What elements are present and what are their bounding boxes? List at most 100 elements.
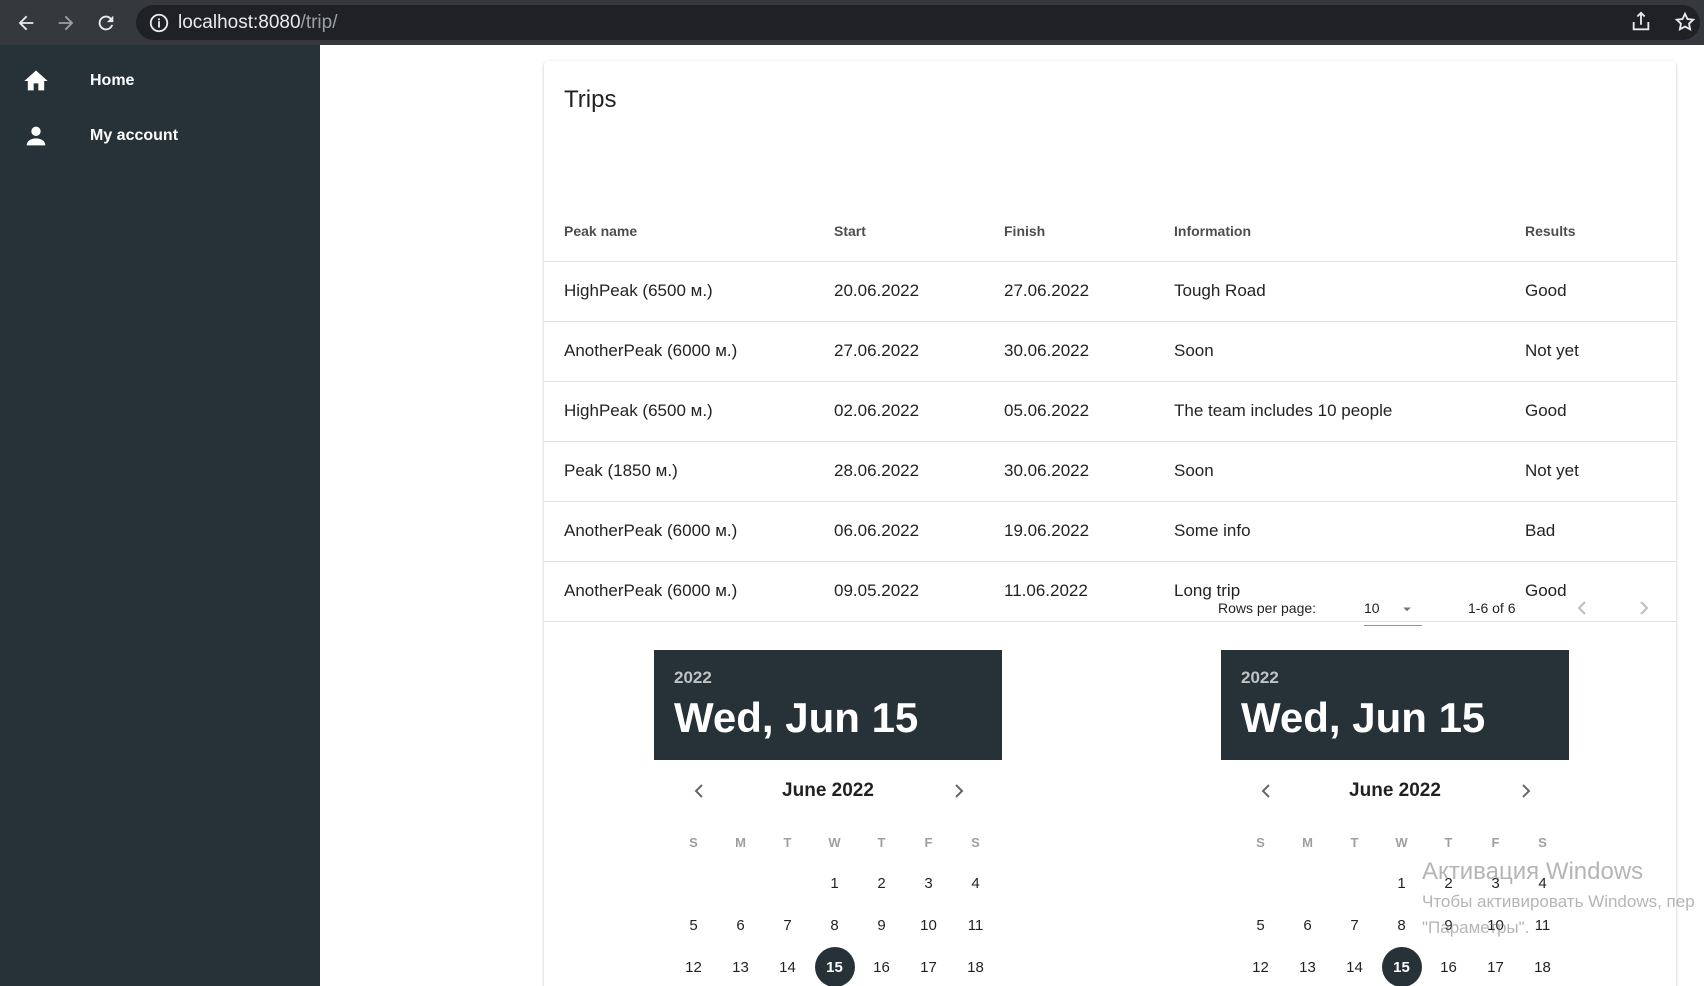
picker-year[interactable]: 2022 (674, 668, 982, 688)
calendar-day[interactable]: 2 (858, 863, 905, 903)
info-icon[interactable] (148, 12, 170, 34)
calendar-day[interactable]: 5 (670, 905, 717, 945)
calendar-day[interactable]: 6 (717, 905, 764, 945)
month-navigation: June 2022 (1221, 760, 1569, 822)
bookmark-star-icon[interactable] (1674, 11, 1696, 33)
column-header-results[interactable]: Results (1525, 201, 1676, 262)
weekday-label: F (1491, 834, 1500, 850)
omnibox-actions (1630, 11, 1696, 33)
calendar-day-label: 5 (1256, 916, 1265, 934)
table-row[interactable]: AnotherPeak (6000 м.) 27.06.2022 30.06.202… (544, 321, 1676, 382)
cell-results: Not yet (1525, 321, 1676, 382)
chevron-right-icon (1640, 601, 1649, 615)
next-month-button[interactable] (944, 776, 974, 806)
calendar-day[interactable]: 8 (1378, 905, 1425, 945)
table-row[interactable]: HighPeak (6500 м.) 02.06.2022 05.06.2022 Th… (544, 381, 1676, 442)
url-path: /trip/ (300, 11, 338, 33)
calendar-day[interactable]: 3 (905, 863, 952, 903)
calendar-day[interactable]: 18 (1519, 947, 1566, 986)
weekday-header: SMTWTFS (654, 822, 1002, 862)
back-button[interactable] (6, 0, 46, 45)
share-icon[interactable] (1630, 11, 1652, 33)
calendar-day[interactable]: 9 (858, 905, 905, 945)
calendar-week: 12 13 14 15 16 17 18 (654, 946, 1002, 986)
calendar-day[interactable]: 10 (905, 905, 952, 945)
column-header-information[interactable]: Information (1174, 201, 1525, 262)
calendar-day-label: 6 (1303, 916, 1312, 934)
rows-per-page-select[interactable]: 10 (1364, 590, 1422, 626)
weekday-label: S (689, 834, 698, 850)
calendar-day[interactable]: 13 (1284, 947, 1331, 986)
calendar-day[interactable]: 4 (952, 863, 999, 903)
weekday-label: T (1444, 834, 1453, 850)
calendar-day[interactable]: 12 (1237, 947, 1284, 986)
table-row[interactable]: Peak (1850 м.) 28.06.2022 30.06.2022 Soon No… (544, 441, 1676, 502)
calendar-day-label: 17 (1487, 958, 1504, 976)
sidebar-item-my-account[interactable]: My account (0, 108, 320, 163)
calendar-day[interactable]: 8 (811, 905, 858, 945)
calendar-day[interactable]: 12 (670, 947, 717, 986)
calendar-day-label: 2 (877, 874, 886, 892)
next-page-button[interactable] (1628, 592, 1660, 624)
column-header-finish[interactable]: Finish (1004, 201, 1174, 262)
watermark-line: Чтобы активировать Windows, пер (1422, 892, 1695, 911)
calendar-day[interactable]: 14 (764, 947, 811, 986)
calendar-day-label: 15 (1381, 947, 1422, 986)
column-header-start[interactable]: Start (834, 201, 1004, 262)
cell-information: Soon (1174, 321, 1525, 382)
calendar-day-label: 12 (1252, 958, 1269, 976)
calendar-day-label: 15 (814, 947, 855, 986)
picker-year[interactable]: 2022 (1241, 668, 1549, 688)
url-text: localhost:8080/trip/ (178, 12, 338, 34)
month-navigation: June 2022 (654, 760, 1002, 822)
cell-peak-name: AnotherPeak (6000 м.) (544, 321, 834, 382)
cell-peak-name: HighPeak (6500 м.) (544, 261, 834, 322)
calendar-day[interactable]: 14 (1331, 947, 1378, 986)
table-header-row: Peak name Start Finish Information Resul… (544, 201, 1676, 262)
cell-finish: 19.06.2022 (1004, 501, 1174, 562)
calendar-day[interactable]: 16 (1425, 947, 1472, 986)
calendar-day[interactable]: 13 (717, 947, 764, 986)
calendar-day[interactable]: 6 (1284, 905, 1331, 945)
weekday-header: SMTWTFS (1221, 822, 1569, 862)
calendar-day[interactable]: 7 (1331, 905, 1378, 945)
next-month-button[interactable] (1511, 776, 1541, 806)
sidebar-item-home[interactable]: Home (0, 53, 320, 108)
calendar-day-label: 8 (1397, 916, 1406, 934)
column-header-peak-name[interactable]: Peak name (544, 201, 834, 262)
table-row[interactable]: HighPeak (6500 м.) 20.06.2022 27.06.2022 To… (544, 261, 1676, 322)
calendar-day-label: 1 (1397, 874, 1406, 892)
calendar-day[interactable]: 16 (858, 947, 905, 986)
calendar-day[interactable]: 7 (764, 905, 811, 945)
calendar-day-selected[interactable]: 15 (811, 947, 858, 986)
calendar-day[interactable]: 1 (1378, 863, 1425, 903)
cell-finish: 30.06.2022 (1004, 321, 1174, 382)
url-host: localhost:8080 (178, 11, 301, 33)
calendar-day[interactable]: 5 (1237, 905, 1284, 945)
windows-activation-watermark: Активация Windows Чтобы активировать Win… (1422, 858, 1695, 938)
chevron-left-icon (1577, 601, 1586, 615)
forward-button[interactable] (46, 0, 86, 45)
calendar-day-label: 3 (924, 874, 933, 892)
calendar-day-selected[interactable]: 15 (1378, 947, 1425, 986)
rows-per-page-label: Rows per page: (1218, 600, 1317, 616)
address-bar[interactable]: localhost:8080/trip/ (136, 5, 1700, 40)
calendar-day-label: 1 (830, 874, 839, 892)
calendar-day[interactable]: 17 (905, 947, 952, 986)
cell-information: Some info (1174, 501, 1525, 562)
home-icon (24, 70, 48, 90)
reload-button[interactable] (86, 0, 126, 45)
calendar-day[interactable]: 1 (811, 863, 858, 903)
watermark-line: "Параметры". (1422, 918, 1530, 937)
table-row[interactable]: AnotherPeak (6000 м.) 06.06.2022 19.06.202… (544, 501, 1676, 562)
calendar-day[interactable]: 18 (952, 947, 999, 986)
previous-page-button[interactable] (1566, 592, 1598, 624)
weekday-label: F (924, 834, 933, 850)
calendar-day[interactable]: 17 (1472, 947, 1519, 986)
browser-toolbar: localhost:8080/trip/ (0, 0, 1704, 45)
chevron-right-icon (1522, 784, 1531, 798)
picker-selected-date: Wed, Jun 15 (1241, 694, 1486, 741)
calendar-day[interactable]: 11 (952, 905, 999, 945)
cell-start: 28.06.2022 (834, 441, 1004, 502)
cell-peak-name: AnotherPeak (6000 м.) (544, 501, 834, 562)
